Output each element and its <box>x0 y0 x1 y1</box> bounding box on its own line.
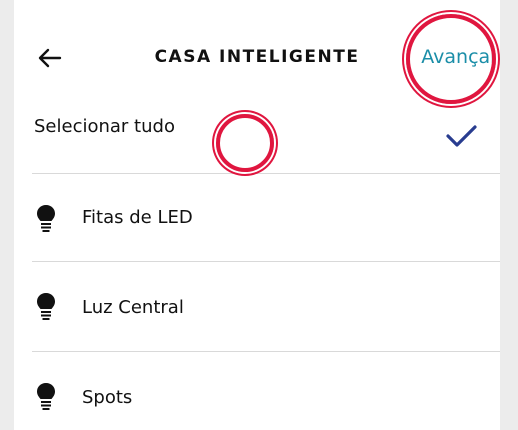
device-row-fitas-de-led[interactable]: Fitas de LED <box>14 174 500 262</box>
lightbulb-icon <box>36 382 56 412</box>
smart-home-screen: CASA INTELIGENTE Avançar Selecionar tudo… <box>14 0 500 430</box>
device-row-spots[interactable]: Spots <box>14 354 500 430</box>
lightbulb-icon <box>36 204 56 234</box>
select-all-row[interactable]: Selecionar tudo <box>14 86 500 174</box>
lightbulb-icon <box>36 292 56 322</box>
select-all-checkbox[interactable] <box>444 122 478 150</box>
device-label: Fitas de LED <box>82 207 193 228</box>
select-all-label: Selecionar tudo <box>34 116 175 137</box>
divider <box>32 351 500 352</box>
device-label: Luz Central <box>82 297 184 318</box>
next-button[interactable]: Avançar <box>421 46 498 68</box>
device-label: Spots <box>82 387 133 408</box>
checkmark-icon <box>446 125 477 147</box>
device-row-luz-central[interactable]: Luz Central <box>14 264 500 352</box>
divider <box>32 261 500 262</box>
